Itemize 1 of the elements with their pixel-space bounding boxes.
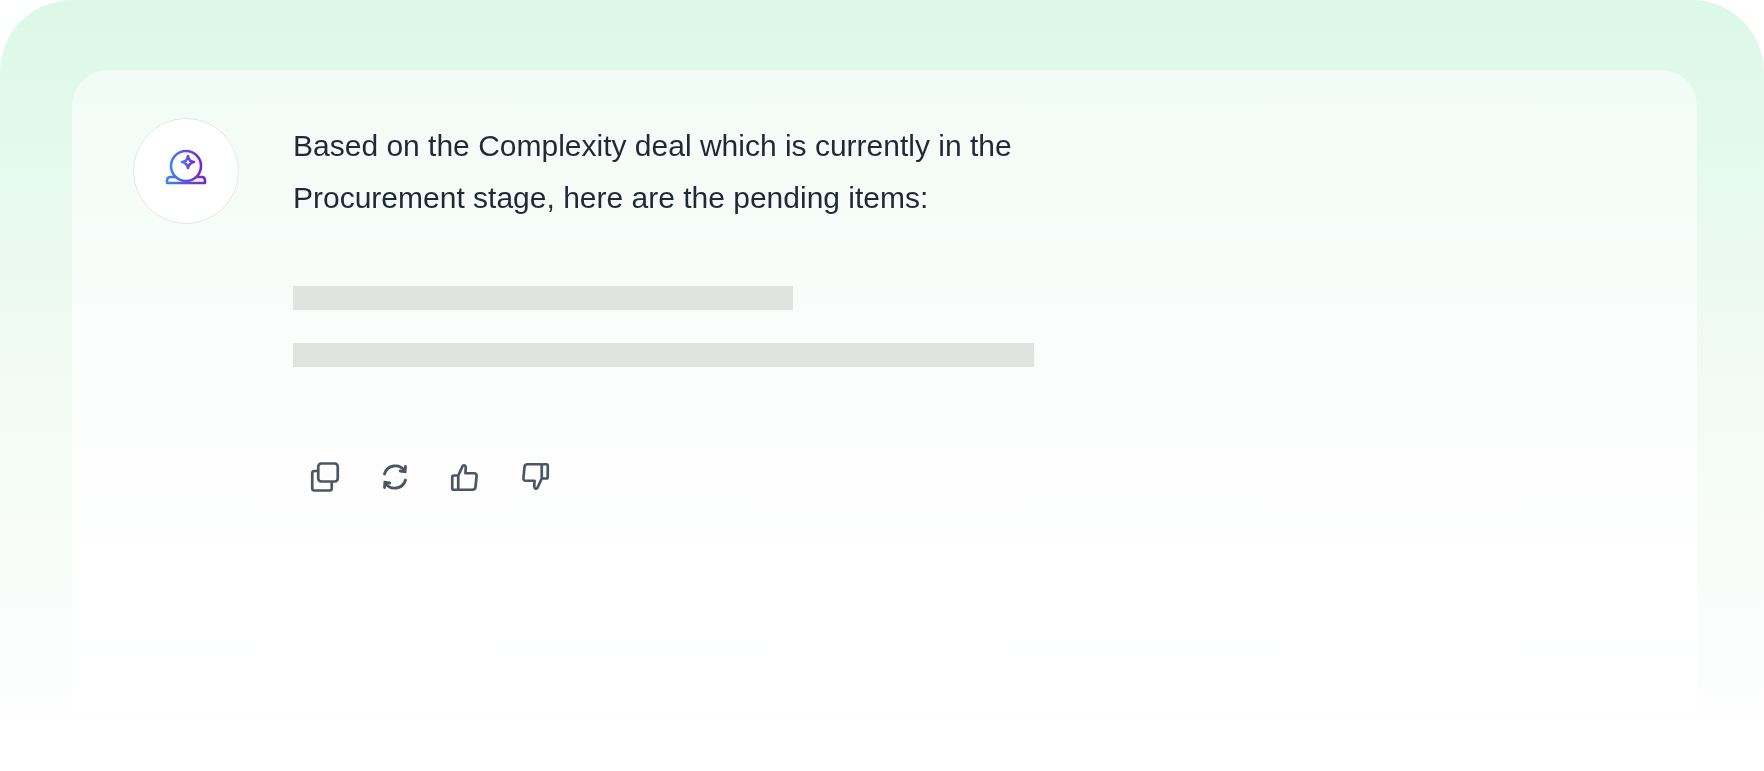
assistant-message: Based on the Complexity deal which is currently in the Procurement stage, here are the pending items:: [293, 128, 1013, 216]
